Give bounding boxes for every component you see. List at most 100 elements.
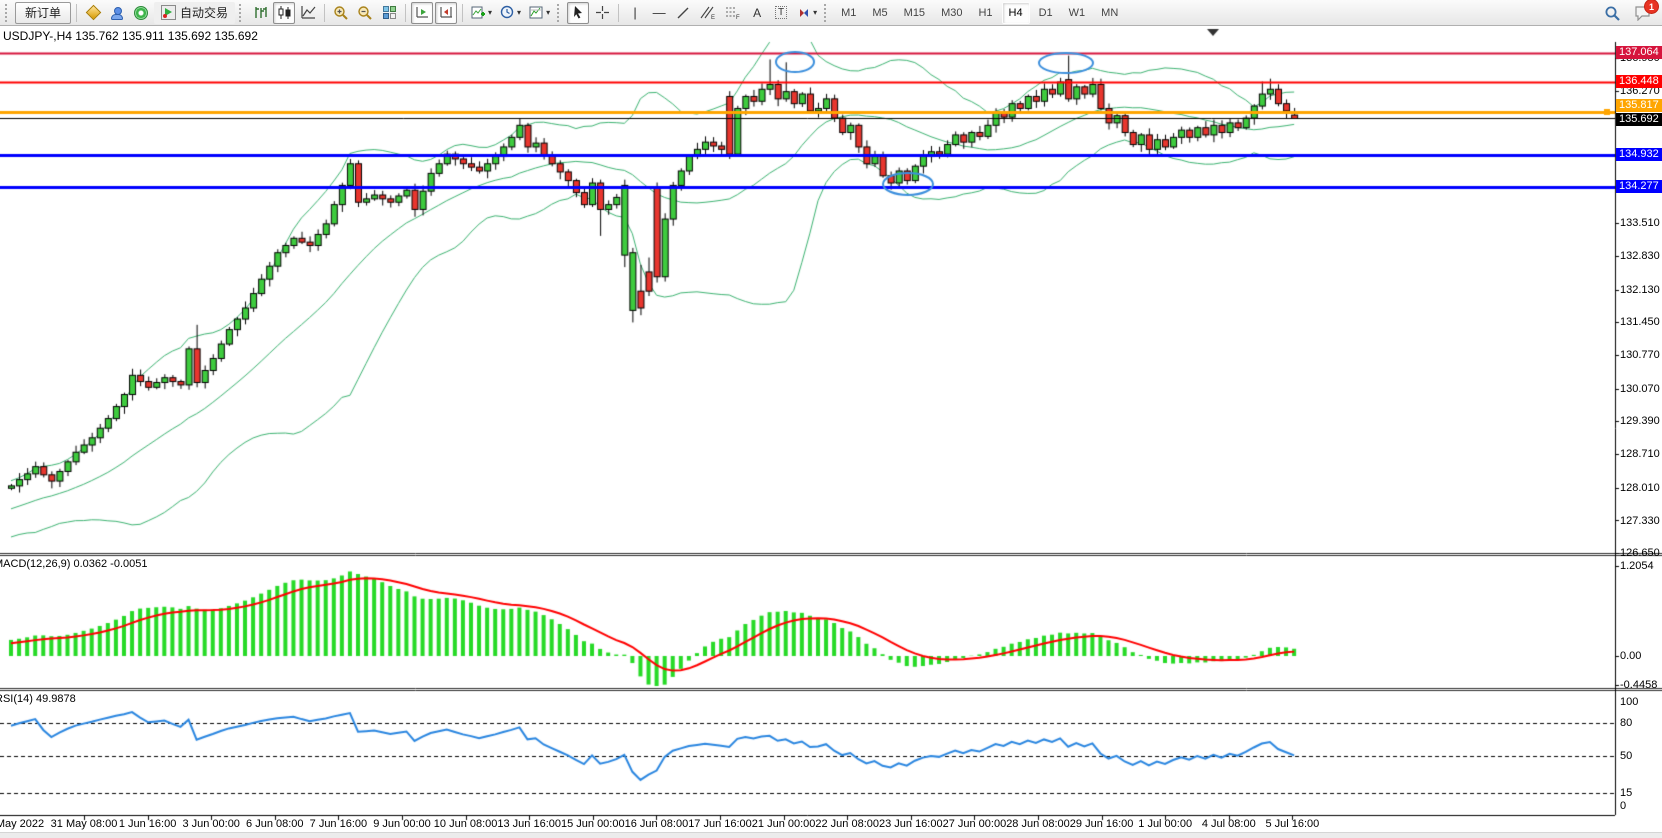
signals-button[interactable]	[130, 2, 152, 24]
zoom-in-button[interactable]	[330, 2, 352, 24]
diamond-icon	[85, 5, 101, 21]
timeframe-mn[interactable]: MN	[1094, 2, 1125, 24]
price-tick-label: 132.830	[1620, 250, 1660, 262]
toolbar-grip[interactable]	[824, 4, 829, 22]
zoom-out-icon	[357, 5, 373, 21]
search-icon	[1604, 5, 1621, 22]
template-icon	[529, 5, 544, 20]
chart-title: USDJPY-,H4 135.762 135.911 135.692 135.6…	[3, 29, 258, 43]
timeframe-d1[interactable]: D1	[1032, 2, 1060, 24]
line-chart-button[interactable]	[297, 2, 319, 24]
notifications-button[interactable]: 1	[1631, 2, 1655, 24]
chart-profile-button[interactable]	[82, 2, 104, 24]
rsi-scale-label: 100	[1620, 696, 1638, 708]
trendline-button[interactable]	[672, 2, 694, 24]
fibonacci-icon: F	[724, 5, 741, 20]
templates-button[interactable]: ▾	[526, 2, 553, 24]
price-tick-label: 129.390	[1620, 415, 1660, 427]
equidistant-channel-button[interactable]: E	[696, 2, 719, 24]
price-line-badge: 136.448	[1616, 75, 1662, 88]
rsi-scale-label: 80	[1620, 717, 1632, 729]
toolbar-right: 1	[1600, 1, 1656, 25]
price-line-badge: 134.277	[1616, 180, 1662, 193]
rsi-indicator-label: RSI(14) 49.9878	[0, 693, 76, 705]
price-tick-label: 132.130	[1620, 284, 1660, 296]
dropdown-caret: ▾	[488, 8, 492, 17]
toolbar-separator	[618, 4, 619, 22]
arrows-icon	[797, 6, 811, 20]
toolbar-separator	[76, 4, 77, 22]
arrows-button[interactable]: ▾	[794, 2, 820, 24]
horizontal-line-button[interactable]: —	[648, 2, 670, 24]
text-label-button[interactable]: T	[770, 2, 792, 24]
line-chart-icon	[301, 5, 316, 20]
community-person-icon	[110, 6, 124, 20]
community-button[interactable]	[106, 2, 128, 24]
chart-shift-button[interactable]	[435, 2, 457, 24]
equidistant-channel-icon: E	[699, 5, 716, 20]
timeframe-m5[interactable]: M5	[865, 2, 894, 24]
macd-scale-label: -0.4458	[1620, 679, 1657, 691]
text-button[interactable]: A	[746, 2, 768, 24]
timeframe-w1[interactable]: W1	[1062, 2, 1093, 24]
price-tick-label: 127.330	[1620, 515, 1660, 527]
toolbar-grip[interactable]	[239, 4, 244, 22]
zoom-in-icon	[333, 5, 349, 21]
cursor-button[interactable]	[567, 2, 589, 24]
price-line-badge: 135.692	[1616, 113, 1662, 126]
tile-windows-icon	[383, 6, 396, 19]
window-bottom-edge	[0, 832, 1662, 838]
tile-windows-button[interactable]	[378, 2, 400, 24]
crosshair-button[interactable]	[591, 2, 613, 24]
text-icon: A	[753, 6, 761, 20]
chart-canvas[interactable]	[0, 0, 1662, 838]
periods-button[interactable]: ▾	[497, 2, 524, 24]
text-label-icon: T	[775, 6, 787, 19]
horizontal-line-icon: —	[653, 5, 666, 20]
trendline-icon	[676, 6, 690, 20]
vertical-line-icon: |	[633, 5, 636, 20]
price-tick-label: 128.710	[1620, 448, 1660, 460]
timeframe-m15[interactable]: M15	[897, 2, 932, 24]
fibonacci-button[interactable]: F	[721, 2, 744, 24]
toolbar-separator	[405, 4, 406, 22]
new-order-button[interactable]: 新订单	[15, 2, 71, 24]
time-tick-label: 5 Jul 16:00	[1247, 818, 1337, 830]
price-tick-label: 131.450	[1620, 316, 1660, 328]
dropdown-caret: ▾	[813, 8, 817, 17]
zoom-out-button[interactable]	[354, 2, 376, 24]
indicators-button[interactable]: ▾	[468, 2, 495, 24]
bar-chart-icon	[253, 5, 268, 20]
indicators-icon	[471, 5, 486, 20]
price-tick-label: 126.650	[1620, 547, 1660, 559]
timeframe-m1[interactable]: M1	[834, 2, 863, 24]
toolbar: 新订单 自动交易	[0, 0, 1662, 26]
cursor-icon	[571, 5, 585, 20]
price-line-badge: 135.817	[1616, 99, 1662, 112]
autotrading-icon	[161, 5, 176, 20]
timeframe-group: M1M5M15M30H1H4D1W1MN	[833, 2, 1126, 24]
bar-chart-button[interactable]	[249, 2, 271, 24]
price-line-badge: 134.932	[1616, 148, 1662, 161]
dropdown-caret: ▾	[546, 8, 550, 17]
price-tick-label: 128.010	[1620, 482, 1660, 494]
candlestick-chart-button[interactable]	[273, 2, 295, 24]
toolbar-grip[interactable]	[5, 4, 10, 22]
rsi-scale-label: 15	[1620, 787, 1632, 799]
autotrading-button[interactable]: 自动交易	[154, 2, 235, 24]
timeframe-h1[interactable]: H1	[971, 2, 999, 24]
search-button[interactable]	[1601, 2, 1624, 24]
macd-scale-label: 1.2054	[1620, 560, 1654, 572]
rsi-scale-label: 0	[1620, 800, 1626, 812]
clock-icon	[500, 5, 515, 20]
timeframe-h4[interactable]: H4	[1002, 2, 1030, 24]
auto-scroll-button[interactable]	[411, 2, 433, 24]
price-tick-label: 133.510	[1620, 217, 1660, 229]
chart-shift-icon	[439, 5, 454, 20]
mt4-window: 新订单 自动交易	[0, 0, 1662, 838]
timeframe-m30[interactable]: M30	[934, 2, 969, 24]
autotrading-label: 自动交易	[180, 4, 228, 21]
toolbar-grip[interactable]	[557, 4, 562, 22]
svg-text:E: E	[711, 15, 715, 20]
vertical-line-button[interactable]: |	[624, 2, 646, 24]
